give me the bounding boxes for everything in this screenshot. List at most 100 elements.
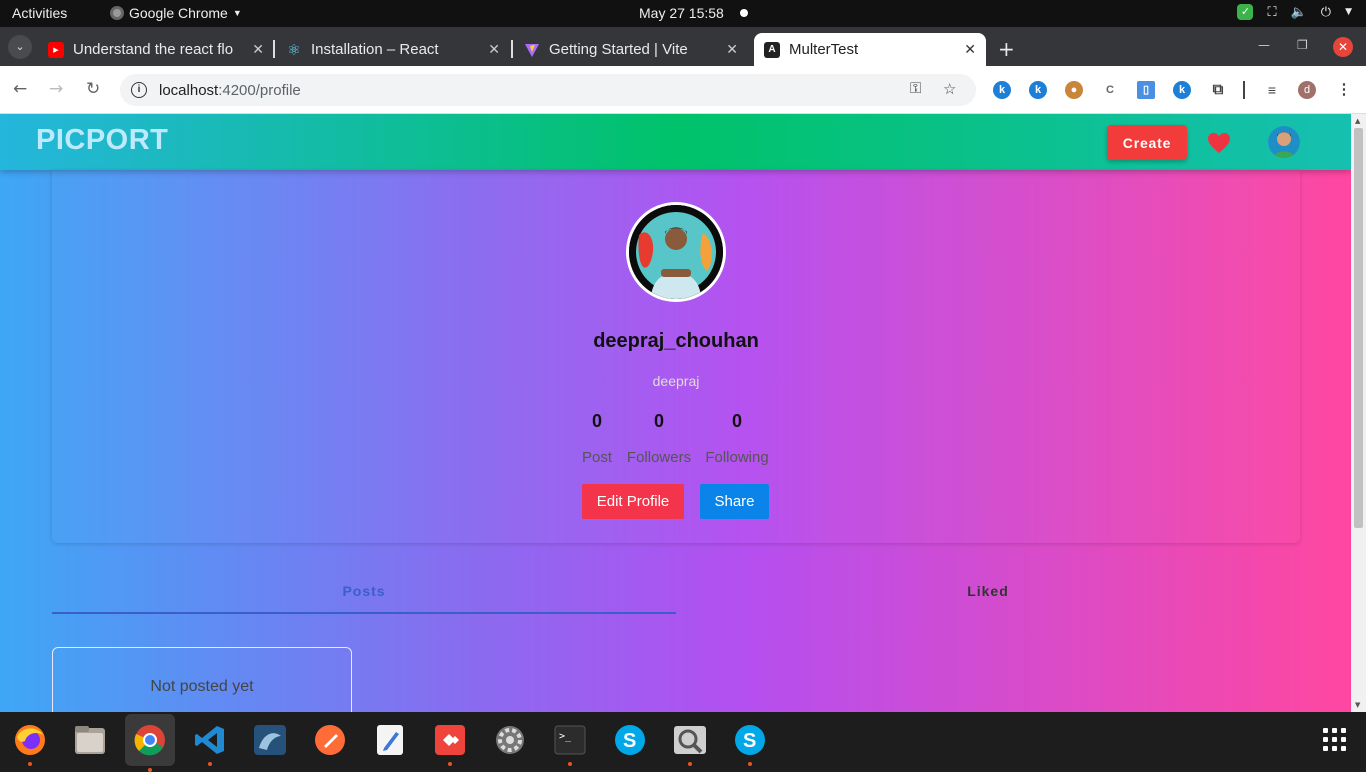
tab-multertest[interactable]: A MulterTest ✕ [754, 33, 986, 66]
share-button[interactable]: Share [700, 484, 769, 519]
tab-search-icon[interactable]: ⌄ [8, 35, 32, 59]
postman-icon[interactable] [310, 720, 350, 760]
tab-react[interactable]: ⚛ Installation – React ✕ [286, 33, 500, 66]
tab-title: MulterTest [789, 41, 859, 58]
firefox-icon[interactable] [10, 720, 50, 766]
edit-profile-button[interactable]: Edit Profile [582, 484, 684, 519]
password-key-icon[interactable]: ⚿ [910, 80, 921, 97]
youtube-icon: ▶ [48, 41, 64, 58]
bookmark-star-icon[interactable]: ☆ [943, 80, 956, 98]
close-tab-icon[interactable]: ✕ [488, 41, 500, 58]
running-indicator [688, 762, 692, 766]
extensions-puzzle-icon[interactable]: ⧉ [1209, 81, 1227, 99]
reload-icon[interactable]: ↻ [86, 79, 100, 99]
tab-youtube[interactable]: ▶ Understand the react flo ✕ [48, 33, 264, 66]
stat-followers[interactable]: 0 Followers [626, 411, 692, 466]
scrollbar-thumb[interactable] [1354, 128, 1363, 528]
profile-username: deepraj_chouhan [593, 330, 759, 352]
close-tab-icon[interactable]: ✕ [726, 41, 738, 58]
dock: >_ S S [0, 712, 1366, 772]
heart-icon[interactable] [1207, 132, 1231, 158]
scroll-up-icon[interactable]: ▲ [1355, 117, 1360, 125]
page-viewport: PICPORT Create deepraj_chouhan deepraj 0… [0, 114, 1351, 712]
tab-divider [511, 40, 513, 58]
maximize-icon[interactable]: ❐ [1297, 38, 1308, 52]
profile-handle: deepraj [652, 373, 700, 389]
tab-liked[interactable]: Liked [676, 574, 1300, 614]
running-indicator [448, 762, 452, 766]
mysql-workbench-icon[interactable] [250, 720, 290, 760]
address-bar[interactable]: i localhost:4200/profile ⚿ ☆ [120, 74, 976, 106]
forward-icon[interactable]: → [49, 79, 63, 99]
files-icon[interactable] [70, 720, 110, 760]
volume-icon[interactable]: 🔈 [1291, 5, 1307, 20]
window-close-icon[interactable]: ✕ [1333, 37, 1353, 57]
create-button[interactable]: Create [1107, 125, 1187, 160]
tab-title: Installation – React [311, 41, 439, 58]
activities-button[interactable]: Activities [12, 5, 67, 21]
minimize-icon[interactable]: — [1258, 38, 1270, 52]
network-icon[interactable]: ⛶ [1267, 5, 1276, 20]
toolbar-divider [1243, 81, 1245, 99]
stat-following[interactable]: 0 Following [704, 411, 770, 466]
extension-k-icon[interactable]: k [1173, 81, 1191, 99]
close-tab-icon[interactable]: ✕ [964, 41, 976, 58]
terminal-icon[interactable]: >_ [550, 720, 590, 766]
url-path: :4200/profile [218, 81, 301, 99]
stat-posts: 0 Post [578, 411, 616, 466]
skype-icon[interactable]: S [730, 720, 770, 766]
stat-label: Post [581, 449, 612, 466]
caret-down-icon[interactable]: ▼ [1345, 7, 1352, 17]
tab-title: Getting Started | Vite [549, 41, 688, 58]
stat-label: Following [705, 449, 769, 466]
running-indicator [748, 762, 752, 766]
profile-avatar-icon[interactable]: d [1298, 81, 1316, 99]
url-host: localhost [159, 81, 219, 99]
extension-k-icon[interactable]: k [1029, 81, 1047, 99]
kebab-menu-icon[interactable]: ⋮ [1335, 81, 1353, 99]
profile-picture[interactable] [626, 202, 726, 302]
tab-vite[interactable]: Getting Started | Vite ✕ [524, 33, 738, 66]
image-viewer-icon[interactable] [670, 720, 710, 766]
scroll-down-icon[interactable]: ▼ [1355, 701, 1360, 709]
close-tab-icon[interactable]: ✕ [252, 41, 264, 58]
clock[interactable]: May 27 15:58 [639, 5, 724, 21]
app-header: PICPORT Create [0, 114, 1351, 170]
new-tab-icon[interactable]: + [998, 37, 1015, 61]
extension-k-icon[interactable]: k [993, 81, 1011, 99]
app-logo[interactable]: PICPORT [36, 124, 168, 157]
power-icon[interactable]: ⏻ [1321, 5, 1331, 20]
system-tray[interactable]: ✓ ⛶ 🔈 ⏻ ▼ [1237, 4, 1352, 20]
running-indicator [208, 762, 212, 766]
cookie-extension-icon[interactable]: ● [1065, 81, 1083, 99]
tab-title: Understand the react flo [73, 41, 234, 58]
running-indicator [28, 762, 32, 766]
react-icon: ⚛ [287, 41, 301, 59]
extension-doc-icon[interactable]: ▯ [1137, 81, 1155, 99]
stat-value: 0 [731, 411, 742, 431]
site-info-icon[interactable]: i [131, 82, 147, 98]
tab-posts[interactable]: Posts [52, 574, 676, 614]
running-indicator [568, 762, 572, 766]
stat-value: 0 [591, 411, 602, 431]
profile-tabs: Posts Liked [52, 574, 1300, 614]
stat-label: Followers [626, 449, 692, 466]
skype-icon[interactable]: S [610, 720, 650, 760]
vscode-icon[interactable] [190, 720, 230, 766]
text-editor-icon[interactable] [370, 720, 410, 760]
anydesk-icon[interactable] [430, 720, 470, 766]
extension-c-icon[interactable]: C [1101, 81, 1119, 99]
page-scrollbar[interactable]: ▲ ▼ [1351, 114, 1366, 712]
app-grid-icon[interactable] [1323, 728, 1346, 751]
user-avatar[interactable] [1268, 126, 1300, 158]
update-check-icon[interactable]: ✓ [1237, 4, 1254, 20]
media-control-icon[interactable]: ≡ [1263, 81, 1281, 99]
settings-icon[interactable] [490, 720, 530, 760]
svg-text:S: S [743, 730, 756, 752]
chrome-icon [110, 6, 124, 20]
chrome-icon[interactable] [125, 714, 175, 772]
back-icon[interactable]: ← [13, 79, 27, 99]
running-indicator [148, 768, 152, 772]
app-menu[interactable]: Google Chrome ▼ [110, 5, 242, 21]
system-top-bar: Activities Google Chrome ▼ May 27 15:58 … [0, 0, 1366, 27]
